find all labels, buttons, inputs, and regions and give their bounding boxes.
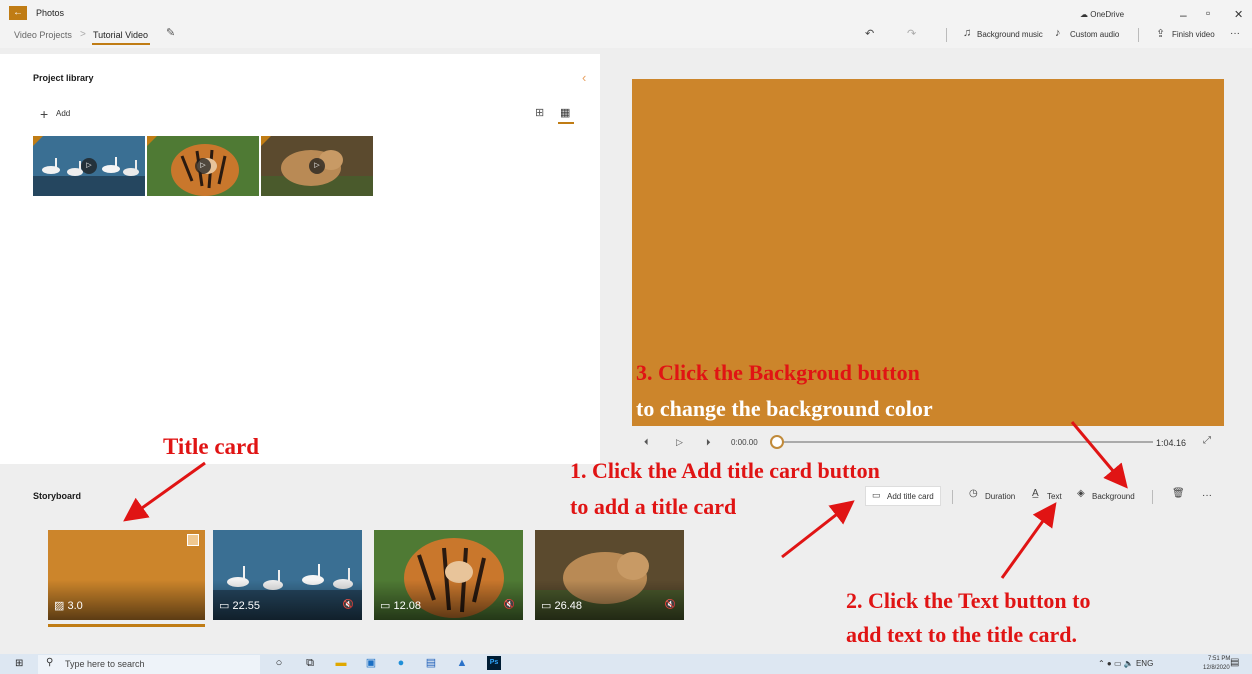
notification-icon[interactable]: ▤	[1230, 657, 1239, 668]
arrow-title-card	[123, 461, 206, 522]
arrow-text	[1000, 502, 1057, 579]
clock-date[interactable]: 12/8/2020	[1203, 665, 1230, 671]
edge-icon[interactable]: ●	[394, 656, 408, 670]
store-icon[interactable]: ▣	[364, 656, 378, 670]
system-tray[interactable]: ⌃ ● ▭ 🔈 ENG	[1098, 659, 1153, 668]
photos-icon[interactable]: ▲	[455, 656, 469, 670]
search-placeholder: Type here to search	[65, 659, 145, 669]
task-view-icon[interactable]: ⧉	[303, 656, 317, 670]
arrow-background	[1070, 421, 1128, 489]
cortana-icon[interactable]: ○	[272, 656, 286, 670]
file-explorer-icon[interactable]: ▬	[334, 656, 348, 670]
clock-time[interactable]: 7:51 PM	[1208, 656, 1230, 662]
annotation-arrows	[123, 421, 1128, 579]
windows-start-icon[interactable]: ⊞	[15, 658, 23, 669]
search-icon: ⚲	[46, 657, 54, 668]
arrow-add-title-card	[781, 500, 855, 559]
outlook-icon[interactable]: ▤	[424, 656, 438, 670]
photoshop-icon[interactable]: Ps	[487, 656, 501, 670]
